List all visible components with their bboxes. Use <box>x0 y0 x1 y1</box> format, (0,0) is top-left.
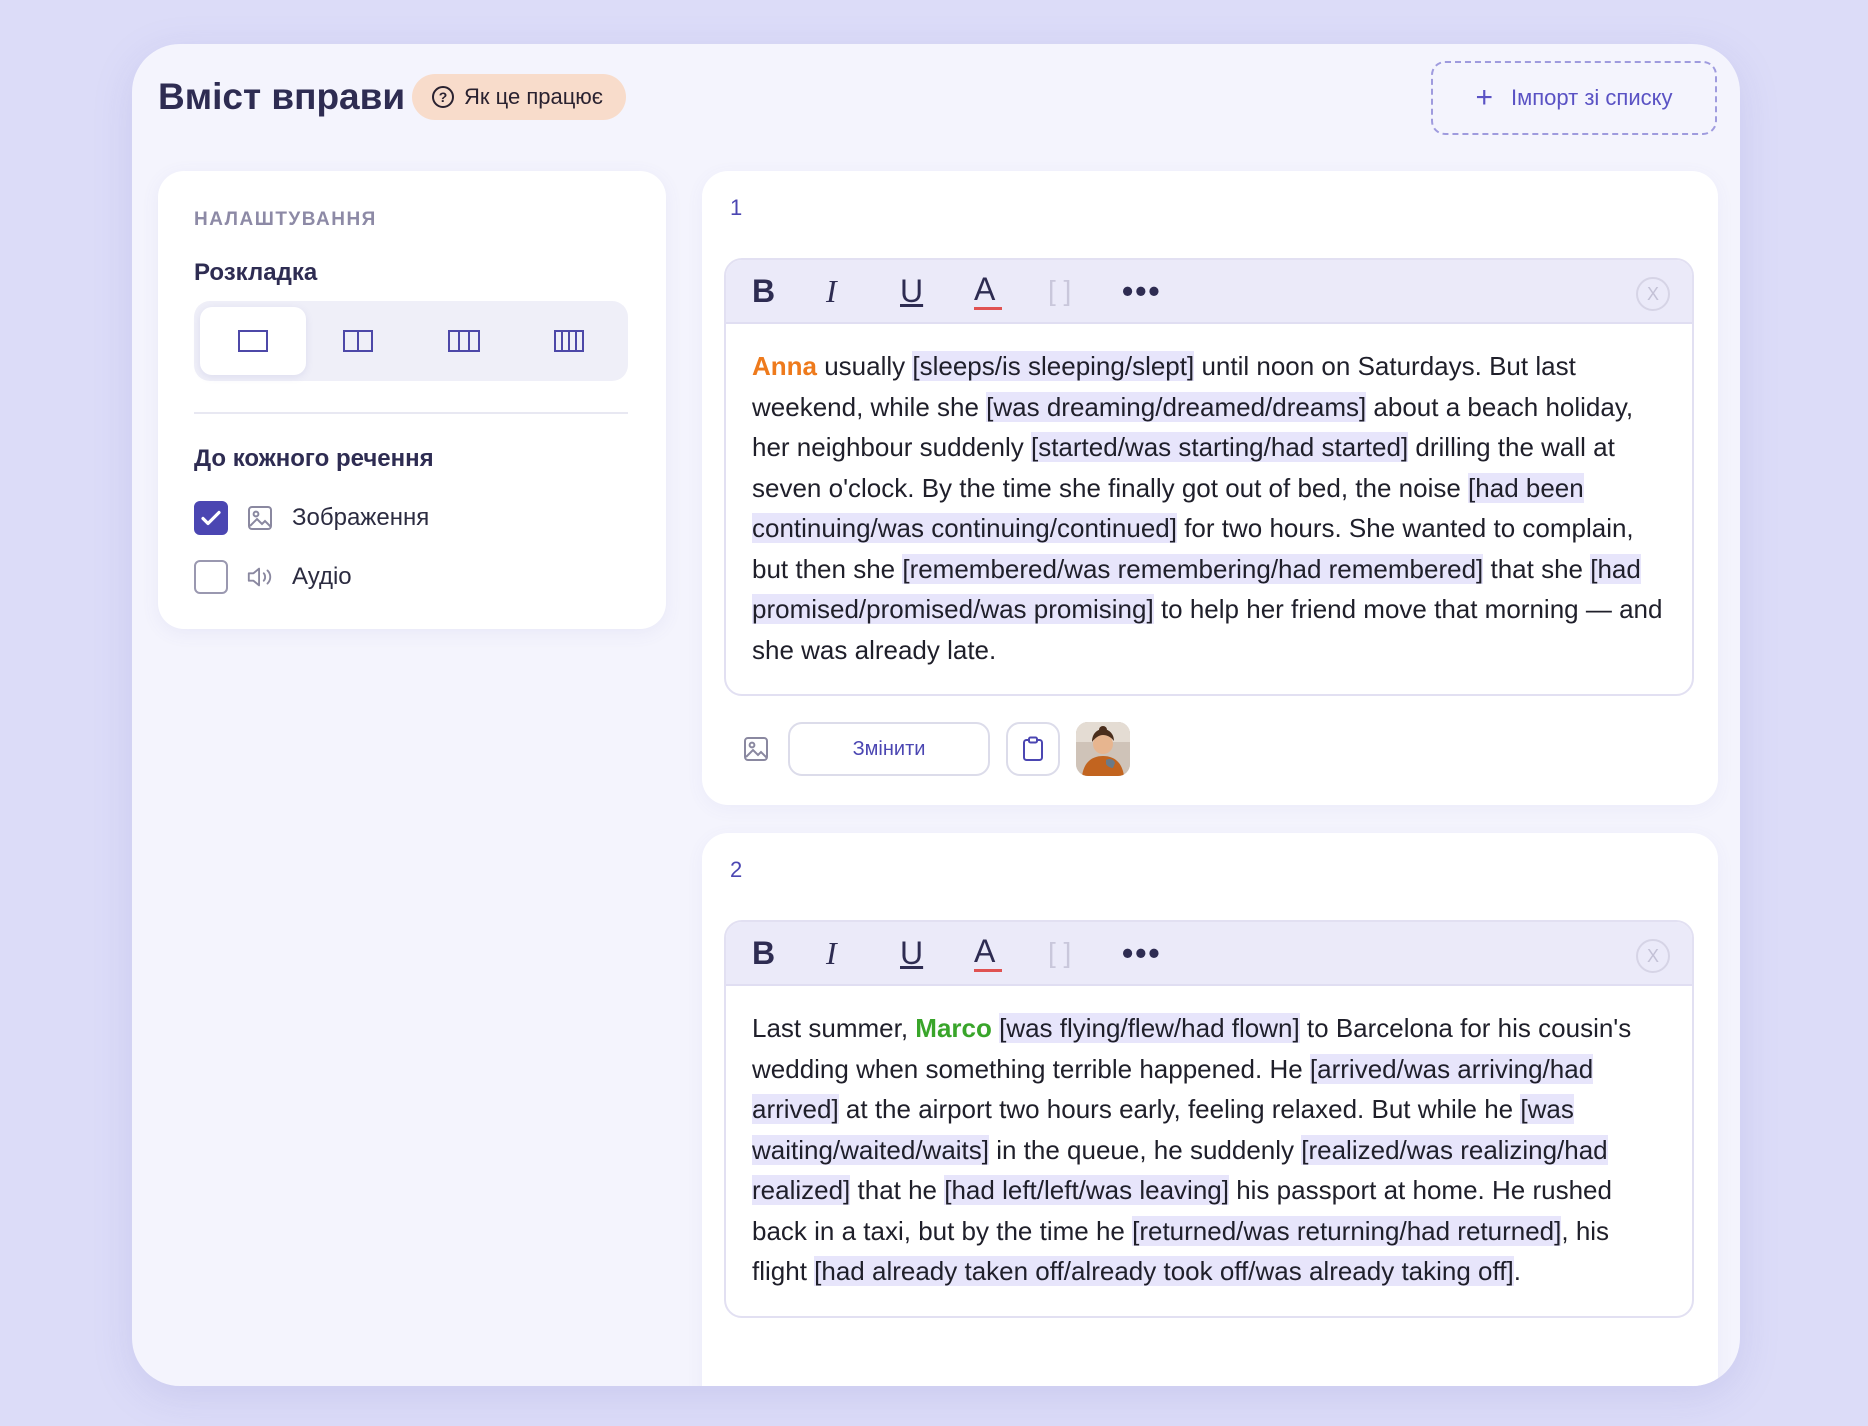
text-color-icon: A <box>974 270 996 307</box>
import-label: Імпорт зі списку <box>1511 85 1673 110</box>
layout-2-columns-button[interactable] <box>306 307 412 375</box>
close-icon[interactable]: X <box>1636 939 1670 973</box>
brackets-button[interactable]: [ ] <box>1048 937 1122 969</box>
exercise-text[interactable]: Last summer, Marco [was flying/flew/had … <box>726 986 1692 1316</box>
page-title: Вміст вправи <box>158 76 406 117</box>
more-options-button[interactable]: ••• <box>1122 935 1196 972</box>
editor-toolbar: B I U A [ ] ••• X <box>726 260 1692 324</box>
answer-options-blank[interactable]: [had already taken off/already took off/… <box>814 1256 1514 1286</box>
text-segment: Last summer, <box>752 1013 916 1043</box>
text-color-button[interactable]: A <box>974 273 1048 310</box>
text-editor[interactable]: B I U A [ ] ••• X Last summer, Marco [wa… <box>724 920 1694 1318</box>
text-color-icon: A <box>974 932 996 969</box>
text-segment <box>992 1013 999 1043</box>
answer-options-blank[interactable]: [sleeps/is sleeping/slept] <box>912 351 1195 381</box>
exercise-content-card: Вміст вправи ? Як це працює + Імпорт зі … <box>132 44 1740 1386</box>
option-image-row: Зображення <box>194 501 429 535</box>
text-segment: . <box>1513 1256 1521 1286</box>
answer-options-blank[interactable]: [started/was starting/had started] <box>1030 432 1409 462</box>
character-name: Marco <box>915 1013 992 1043</box>
exercise-text[interactable]: Anna usually [sleeps/is sleeping/slept] … <box>726 324 1692 694</box>
answer-options-blank[interactable]: [remembered/was remembering/had remember… <box>902 553 1484 584</box>
layout-label: Розкладка <box>194 259 318 286</box>
close-icon[interactable]: X <box>1636 277 1670 311</box>
character-name: Anna <box>752 351 817 381</box>
text-segment: in the queue, he suddenly <box>989 1134 1302 1165</box>
question-circle-icon: ? <box>432 86 454 108</box>
layout-4-columns-button[interactable] <box>517 307 623 375</box>
item-number: 2 <box>730 857 743 882</box>
item-number: 1 <box>730 195 743 220</box>
exercise-item-1: 1 B I U A [ ] ••• X Anna usually [sleeps… <box>702 171 1718 805</box>
answer-options-blank[interactable]: [had left/left/was leaving] <box>944 1175 1229 1205</box>
text-segment: at the airport two hours early, feeling … <box>838 1094 1521 1124</box>
answer-options-blank[interactable]: [was dreaming/dreamed/dreams] <box>986 391 1367 422</box>
text-segment: that he <box>850 1175 945 1205</box>
import-from-list-button[interactable]: + Імпорт зі списку <box>1431 61 1717 135</box>
clipboard-button[interactable] <box>1006 722 1060 776</box>
text-color-button[interactable]: A <box>974 935 1048 972</box>
brackets-button[interactable]: [ ] <box>1048 275 1122 307</box>
layout-selector <box>194 301 628 381</box>
how-it-works-button[interactable]: ? Як це працює <box>412 74 626 120</box>
underline-button[interactable]: U <box>900 273 974 310</box>
three-columns-icon <box>447 330 480 352</box>
text-editor[interactable]: B I U A [ ] ••• X Anna usually [sleeps/i… <box>724 258 1694 696</box>
image-checkbox[interactable] <box>194 501 228 535</box>
more-options-button[interactable]: ••• <box>1122 273 1196 310</box>
bold-button[interactable]: B <box>752 935 826 972</box>
option-audio-row: Аудіо <box>194 560 352 594</box>
audio-checkbox[interactable] <box>194 560 228 594</box>
change-image-button[interactable]: Змінити <box>788 722 990 776</box>
four-columns-icon <box>554 330 585 352</box>
settings-panel: НАЛАШТУВАННЯ Розкладка До кожного реченн… <box>158 171 666 629</box>
settings-heading: НАЛАШТУВАННЯ <box>194 209 377 230</box>
speaker-icon <box>246 563 274 591</box>
image-option-label: Зображення <box>292 504 430 531</box>
text-segment: that she <box>1483 553 1591 584</box>
image-thumbnail[interactable] <box>1076 722 1130 776</box>
clipboard-icon <box>1023 736 1043 761</box>
how-it-works-label: Як це працює <box>464 84 604 109</box>
each-sentence-label: До кожного речення <box>194 445 434 472</box>
checkmark-icon <box>201 510 221 526</box>
one-column-icon <box>237 330 268 352</box>
editor-toolbar: B I U A [ ] ••• X <box>726 922 1692 986</box>
divider <box>194 412 628 414</box>
italic-button[interactable]: I <box>826 273 900 310</box>
audio-option-label: Аудіо <box>292 563 352 590</box>
plus-icon: + <box>1475 81 1494 114</box>
item-actions: Змінити <box>740 722 1130 776</box>
bold-button[interactable]: B <box>752 273 826 310</box>
exercise-item-2: 2 B I U A [ ] ••• X Last summer, Marco [… <box>702 833 1718 1386</box>
italic-button[interactable]: I <box>826 935 900 972</box>
layout-1-column-button[interactable] <box>200 307 306 375</box>
text-segment: usually <box>817 351 913 381</box>
underline-button[interactable]: U <box>900 935 974 972</box>
answer-options-blank[interactable]: [was flying/flew/had flown] <box>999 1013 1300 1043</box>
answer-options-blank[interactable]: [returned/was returning/had returned] <box>1132 1215 1562 1246</box>
image-icon <box>246 504 274 532</box>
layout-3-columns-button[interactable] <box>411 307 517 375</box>
two-columns-icon <box>343 330 374 352</box>
image-icon[interactable] <box>740 733 772 765</box>
